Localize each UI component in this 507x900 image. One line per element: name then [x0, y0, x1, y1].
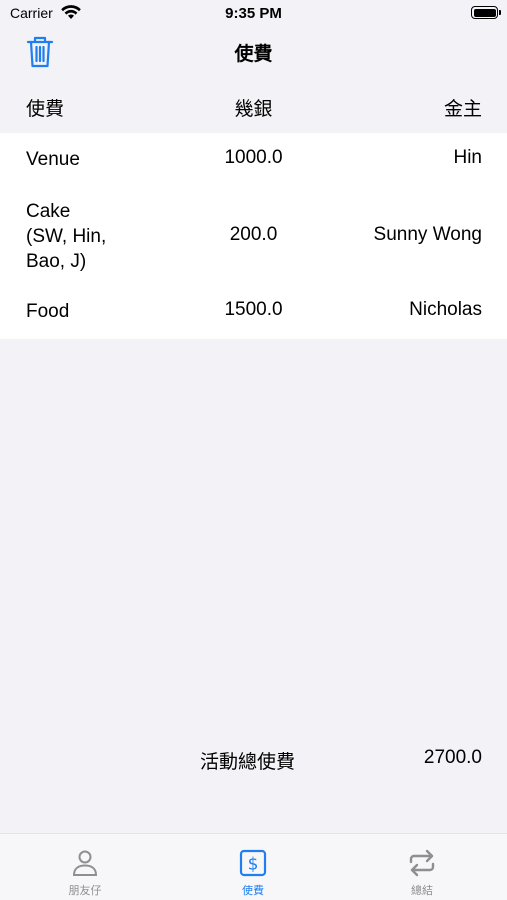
- table-row[interactable]: Food 1500.0 Nicholas: [0, 287, 507, 339]
- column-header-payer: 金主: [443, 98, 482, 120]
- tab-expenses[interactable]: $ 使費: [193, 848, 313, 898]
- total-value: 2700.0: [423, 747, 482, 768]
- tab-summary-label: 總結: [411, 884, 433, 897]
- battery-icon: [471, 6, 501, 19]
- tab-summary[interactable]: 總結: [362, 848, 482, 898]
- table-row[interactable]: Venue 1000.0 Hin: [0, 133, 507, 185]
- dollar-sign-icon: $: [239, 849, 267, 877]
- expense-payer: Hin: [453, 147, 482, 168]
- column-header-amount: 幾銀: [234, 98, 273, 120]
- expense-amount: 1000.0: [224, 147, 283, 168]
- tab-expenses-label: 使費: [242, 884, 264, 897]
- svg-text:$: $: [248, 855, 259, 875]
- expense-payer: Sunny Wong: [373, 224, 482, 245]
- navigation-bar: 使費: [0, 28, 507, 78]
- column-header-row: 使費 幾銀 金主: [0, 82, 507, 132]
- tab-friends[interactable]: 朋友仔: [25, 848, 145, 898]
- page-title: 使費: [234, 43, 273, 65]
- repeat-arrows-icon: [409, 849, 435, 877]
- person-icon: [72, 850, 98, 876]
- expense-payer: Nicholas: [409, 299, 482, 320]
- status-time: 9:35 PM: [225, 5, 282, 22]
- table-row[interactable]: Cake (SW, Hin, Bao, J) 200.0 Sunny Wong: [0, 185, 507, 287]
- status-bar: Carrier 9:35 PM: [0, 0, 507, 28]
- total-row: 活動總使費 2700.0: [0, 745, 507, 775]
- expense-table: Venue 1000.0 Hin Cake (SW, Hin, Bao, J) …: [0, 133, 507, 339]
- tab-bar: 朋友仔 $ 使費 總結: [0, 833, 507, 900]
- tab-friends-label: 朋友仔: [68, 884, 102, 897]
- total-label: 活動總使費: [200, 751, 296, 773]
